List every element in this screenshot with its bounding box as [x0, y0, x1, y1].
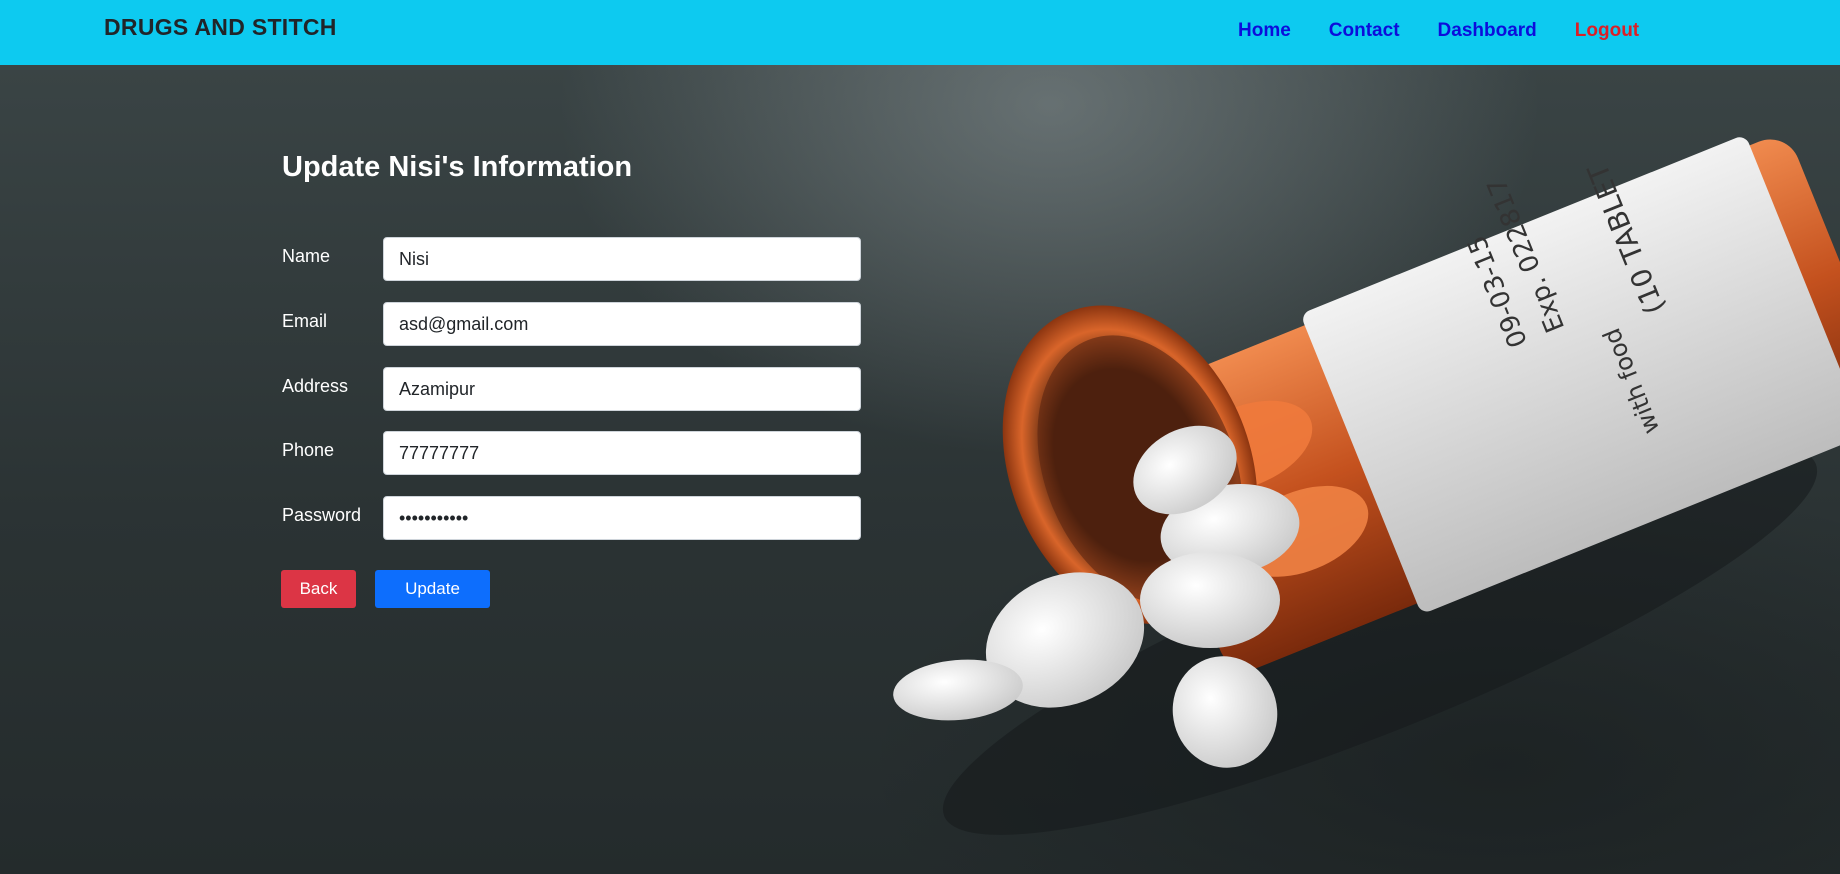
password-field[interactable]: [383, 496, 861, 540]
form-row-name: Name: [282, 237, 864, 283]
email-field[interactable]: [383, 302, 861, 346]
password-label: Password: [282, 505, 362, 525]
nav-links: Home Contact Dashboard Logout: [1238, 20, 1639, 42]
hero-background: 09-03-15 Exp. 022817 (10 TABLET with foo…: [0, 65, 1840, 874]
name-field[interactable]: [383, 237, 861, 281]
nav-link-home[interactable]: Home: [1238, 20, 1291, 42]
back-button[interactable]: Back: [281, 570, 356, 608]
update-button[interactable]: Update: [375, 570, 490, 608]
form-row-password: Password: [282, 496, 864, 542]
page: DRUGS AND STITCH Home Contact Dashboard …: [0, 0, 1840, 874]
address-field[interactable]: [383, 367, 861, 411]
name-label: Name: [282, 246, 331, 266]
pill-bottle-image: 09-03-15 Exp. 022817 (10 TABLET with foo…: [893, 137, 1840, 835]
nav-link-logout[interactable]: Logout: [1575, 20, 1639, 42]
page-title: Update Nisi's Information: [282, 151, 633, 183]
email-label: Email: [282, 311, 328, 331]
brand-logo[interactable]: DRUGS AND STITCH: [104, 14, 337, 41]
address-label: Address: [282, 376, 349, 396]
form-row-email: Email: [282, 302, 864, 348]
form-row-phone: Phone: [282, 431, 864, 477]
phone-field[interactable]: [383, 431, 861, 475]
nav-link-contact[interactable]: Contact: [1329, 20, 1400, 42]
phone-label: Phone: [282, 440, 335, 460]
nav-link-dashboard[interactable]: Dashboard: [1438, 20, 1537, 42]
form-row-address: Address: [282, 367, 864, 413]
navbar: DRUGS AND STITCH Home Contact Dashboard …: [0, 0, 1840, 65]
